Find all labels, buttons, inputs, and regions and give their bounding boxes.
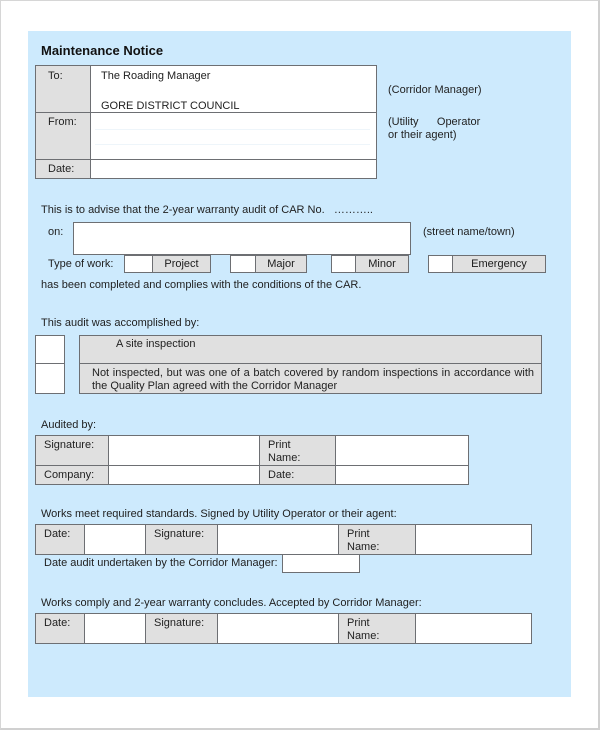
audit-date-label: Date: <box>268 469 295 481</box>
header-table: To: The Roading Manager GORE DISTRICT CO… <box>35 65 377 179</box>
to-recipient: The Roading Manager <box>101 70 211 82</box>
work-type-checkbox[interactable] <box>429 256 453 272</box>
print-name-label-2: Name: <box>268 452 301 464</box>
to-note: (Corridor Manager) <box>388 84 482 96</box>
corridor-signoff-heading: Works comply and 2-year warranty conclud… <box>41 597 422 609</box>
completion-statement: has been completed and complies with the… <box>41 279 362 291</box>
work-type-major[interactable]: Major <box>230 255 307 273</box>
work-type-label: Emergency <box>453 256 545 272</box>
batch-inspection-checkbox[interactable] <box>35 363 65 394</box>
signature-field[interactable] <box>108 435 260 466</box>
form-title: Maintenance Notice <box>41 43 164 58</box>
print-name-field[interactable] <box>335 435 469 466</box>
utility-print-name-field[interactable] <box>415 524 532 555</box>
audit-date-prompt: Date audit undertaken by the Corridor Ma… <box>44 557 278 569</box>
corridor-print-name-label-cell: Print Name: <box>338 613 416 644</box>
audit-date-label-cell: Date: <box>259 465 336 485</box>
company-field[interactable] <box>108 465 260 485</box>
corridor-date-field[interactable] <box>84 613 146 644</box>
utility-signature-label: Signature: <box>154 528 205 540</box>
site-inspection-label: A site inspection <box>116 338 196 350</box>
work-type-label: Project <box>153 256 210 272</box>
batch-inspection-label: Not inspected, but was one of a batch co… <box>92 367 534 392</box>
to-label: To: <box>48 70 63 82</box>
to-label-cell: To: <box>35 65 91 113</box>
from-label-cell: From: <box>35 112 91 160</box>
corridor-print-name-label-2: Name: <box>347 630 380 642</box>
signature-label-cell: Signature: <box>35 435 109 466</box>
location-input[interactable] <box>73 222 411 255</box>
corridor-signature-field[interactable] <box>217 613 339 644</box>
corridor-signature-label-cell: Signature: <box>145 613 218 644</box>
utility-signature-label-cell: Signature: <box>145 524 218 555</box>
corridor-date-label: Date: <box>44 617 71 629</box>
utility-print-name-label-2: Name: <box>347 541 380 553</box>
corridor-audit-date-field[interactable] <box>282 554 360 573</box>
work-type-checkbox[interactable] <box>332 256 356 272</box>
date-label: Date: <box>48 163 75 175</box>
work-type-project[interactable]: Project <box>124 255 211 273</box>
print-name-label: Print <box>268 439 291 451</box>
utility-signoff-heading: Works meet required standards. Signed by… <box>41 508 397 520</box>
audit-date-field[interactable] <box>335 465 469 485</box>
corridor-print-name-label: Print <box>347 617 370 629</box>
site-inspection-option: A site inspection <box>79 335 542 364</box>
utility-date-field[interactable] <box>84 524 146 555</box>
company-label-cell: Company: <box>35 465 109 485</box>
from-field[interactable] <box>90 112 377 160</box>
print-name-label-cell: Print Name: <box>259 435 336 466</box>
work-type-checkbox[interactable] <box>231 256 256 272</box>
signature-label: Signature: <box>44 439 95 451</box>
utility-date-label: Date: <box>44 528 71 540</box>
utility-signoff-table: Date: Signature: Print Name: <box>35 524 532 555</box>
utility-signature-field[interactable] <box>217 524 339 555</box>
work-type-minor[interactable]: Minor <box>331 255 409 273</box>
work-type-emergency[interactable]: Emergency <box>428 255 546 273</box>
work-type-label: Major <box>256 256 306 272</box>
audited-by-table: Signature: Print Name: Company: Date: <box>35 435 469 485</box>
from-note-line2: or their agent) <box>388 129 457 141</box>
location-note: (street name/town) <box>423 226 515 238</box>
type-of-work-label: Type of work: <box>48 258 114 270</box>
from-note-line1: (Utility Operator <box>388 116 481 128</box>
corridor-signature-label: Signature: <box>154 617 205 629</box>
site-inspection-checkbox[interactable] <box>35 335 65 364</box>
utility-print-name-label: Print <box>347 528 370 540</box>
accomplished-heading: This audit was accomplished by: <box>41 317 200 329</box>
from-field-line <box>95 144 370 145</box>
work-type-checkbox[interactable] <box>125 256 153 272</box>
to-value-cell[interactable]: The Roading Manager GORE DISTRICT COUNCI… <box>90 65 377 113</box>
date-field[interactable] <box>90 159 377 179</box>
advice-intro: This is to advise that the 2-year warran… <box>41 204 373 216</box>
from-label: From: <box>48 116 77 128</box>
corridor-signoff-table: Date: Signature: Print Name: <box>35 613 532 644</box>
from-field-line <box>95 129 370 130</box>
audited-by-heading: Audited by: <box>41 419 97 431</box>
utility-print-name-label-cell: Print Name: <box>338 524 416 555</box>
corridor-date-label-cell: Date: <box>35 613 85 644</box>
work-type-label: Minor <box>356 256 408 272</box>
company-label: Company: <box>44 469 95 481</box>
utility-date-label-cell: Date: <box>35 524 85 555</box>
corridor-print-name-field[interactable] <box>415 613 532 644</box>
on-label: on: <box>48 226 64 238</box>
date-label-cell: Date: <box>35 159 91 179</box>
batch-inspection-option: Not inspected, but was one of a batch co… <box>79 363 542 394</box>
